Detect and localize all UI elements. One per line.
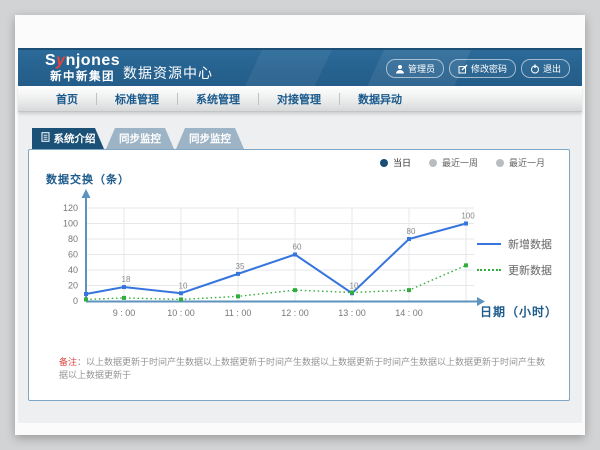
svg-text:10: 10 [350,281,359,290]
power-icon [530,64,540,74]
svg-text:12 : 00: 12 : 00 [281,308,309,318]
filter-today[interactable]: 当日 [380,156,411,169]
filter-last-week[interactable]: 最近一周 [429,156,478,169]
svg-text:20: 20 [68,281,78,291]
tab-sync-monitor-2[interactable]: 同步监控 [176,128,244,149]
page-title: 数据资源中心 [123,63,213,83]
logo-rest: njones [66,52,121,69]
svg-text:11 : 00: 11 : 00 [225,308,252,318]
time-range-filters: 当日 最近一周 最近一月 [380,156,545,169]
footnote-text: ：以上数据更新于时间产生数据以上数据更新于时间产生数据以上数据更新于时间产生数据… [59,357,545,380]
svg-text:120: 120 [63,203,78,213]
nav-item-system-mgmt[interactable]: 系统管理 [178,91,258,107]
admin-user-button[interactable]: 管理员 [386,59,444,78]
legend-item-updated-data: 更新数据 [477,262,552,278]
tab-bar: 系统介绍 同步监控 同步监控 [32,128,246,149]
svg-text:10: 10 [179,281,188,290]
document-icon [41,132,50,145]
legend-line-solid-icon [477,243,501,245]
tab-system-intro[interactable]: 系统介绍 [32,128,104,149]
screenshot-canvas: Synjones 新中新集团 数据资源中心 管理员 修改密码 [0,0,600,450]
filter-label: 最近一周 [442,156,478,169]
tab-sync-monitor-1[interactable]: 同步监控 [106,128,174,149]
svg-text:13 : 00: 13 : 00 [338,308,366,318]
footnote: 备注：以上数据更新于时间产生数据以上数据更新于时间产生数据以上数据更新于时间产生… [59,356,549,381]
content-area: 系统介绍 同步监控 同步监控 当日 最近一周 [18,112,582,423]
nav-item-integration-mgmt[interactable]: 对接管理 [259,91,339,107]
edit-icon [458,64,468,74]
user-actions: 管理员 修改密码 退出 [386,59,570,78]
logout-button[interactable]: 退出 [521,59,570,78]
app-header: Synjones 新中新集团 数据资源中心 管理员 修改密码 [18,48,582,86]
nav-item-data-change[interactable]: 数据异动 [340,91,420,107]
logout-label: 退出 [543,62,561,75]
svg-text:60: 60 [293,243,302,252]
logo-mark: y [56,52,65,69]
svg-text:35: 35 [236,262,245,271]
svg-text:9 : 00: 9 : 00 [113,308,136,318]
logo-letter-s: S [45,52,56,69]
chart-legend: 新增数据 更新数据 [477,236,552,278]
footnote-prefix: 备注 [59,357,77,367]
legend-label: 新增数据 [508,236,552,252]
legend-label: 更新数据 [508,262,552,278]
filter-label: 当日 [393,156,411,169]
brand-logo-cn: 新中新集团 [45,71,120,83]
main-nav: 首页 标准管理 系统管理 对接管理 数据异动 [18,86,582,112]
svg-text:100: 100 [63,219,78,229]
svg-text:0: 0 [73,296,78,306]
admin-user-label: 管理员 [408,62,435,75]
legend-line-dotted-icon [477,269,501,271]
svg-text:10 : 00: 10 : 00 [167,308,195,318]
user-icon [395,64,405,74]
nav-item-standard-mgmt[interactable]: 标准管理 [97,91,177,107]
radio-icon [429,159,437,167]
legend-item-new-data: 新增数据 [477,236,552,252]
radio-icon [496,159,504,167]
brand-logo-en: Synjones [45,53,120,70]
tab-label: 同步监控 [119,131,161,146]
svg-text:100: 100 [461,212,475,221]
tab-label: 系统介绍 [54,131,96,146]
svg-text:40: 40 [68,265,78,275]
filter-last-month[interactable]: 最近一月 [496,156,545,169]
brand-logo: Synjones 新中新集团 [45,53,120,83]
change-password-label: 修改密码 [471,62,507,75]
y-axis-title: 数据交换（条） [46,171,130,187]
filter-label: 最近一月 [509,156,545,169]
svg-text:14 : 00: 14 : 00 [395,308,423,318]
webpage: Synjones 新中新集团 数据资源中心 管理员 修改密码 [15,15,585,435]
x-axis-title: 日期（小时） [480,303,558,320]
svg-text:18: 18 [122,275,131,284]
chart-panel: 当日 最近一周 最近一月 数据交换（条） 0 20 40 60 80 100 120 9 : … [28,149,570,401]
tab-label: 同步监控 [189,131,231,146]
svg-text:80: 80 [407,227,416,236]
svg-text:80: 80 [68,234,78,244]
svg-text:60: 60 [68,250,78,260]
radio-selected-icon [380,159,388,167]
nav-item-home[interactable]: 首页 [38,91,96,107]
change-password-button[interactable]: 修改密码 [449,59,516,78]
